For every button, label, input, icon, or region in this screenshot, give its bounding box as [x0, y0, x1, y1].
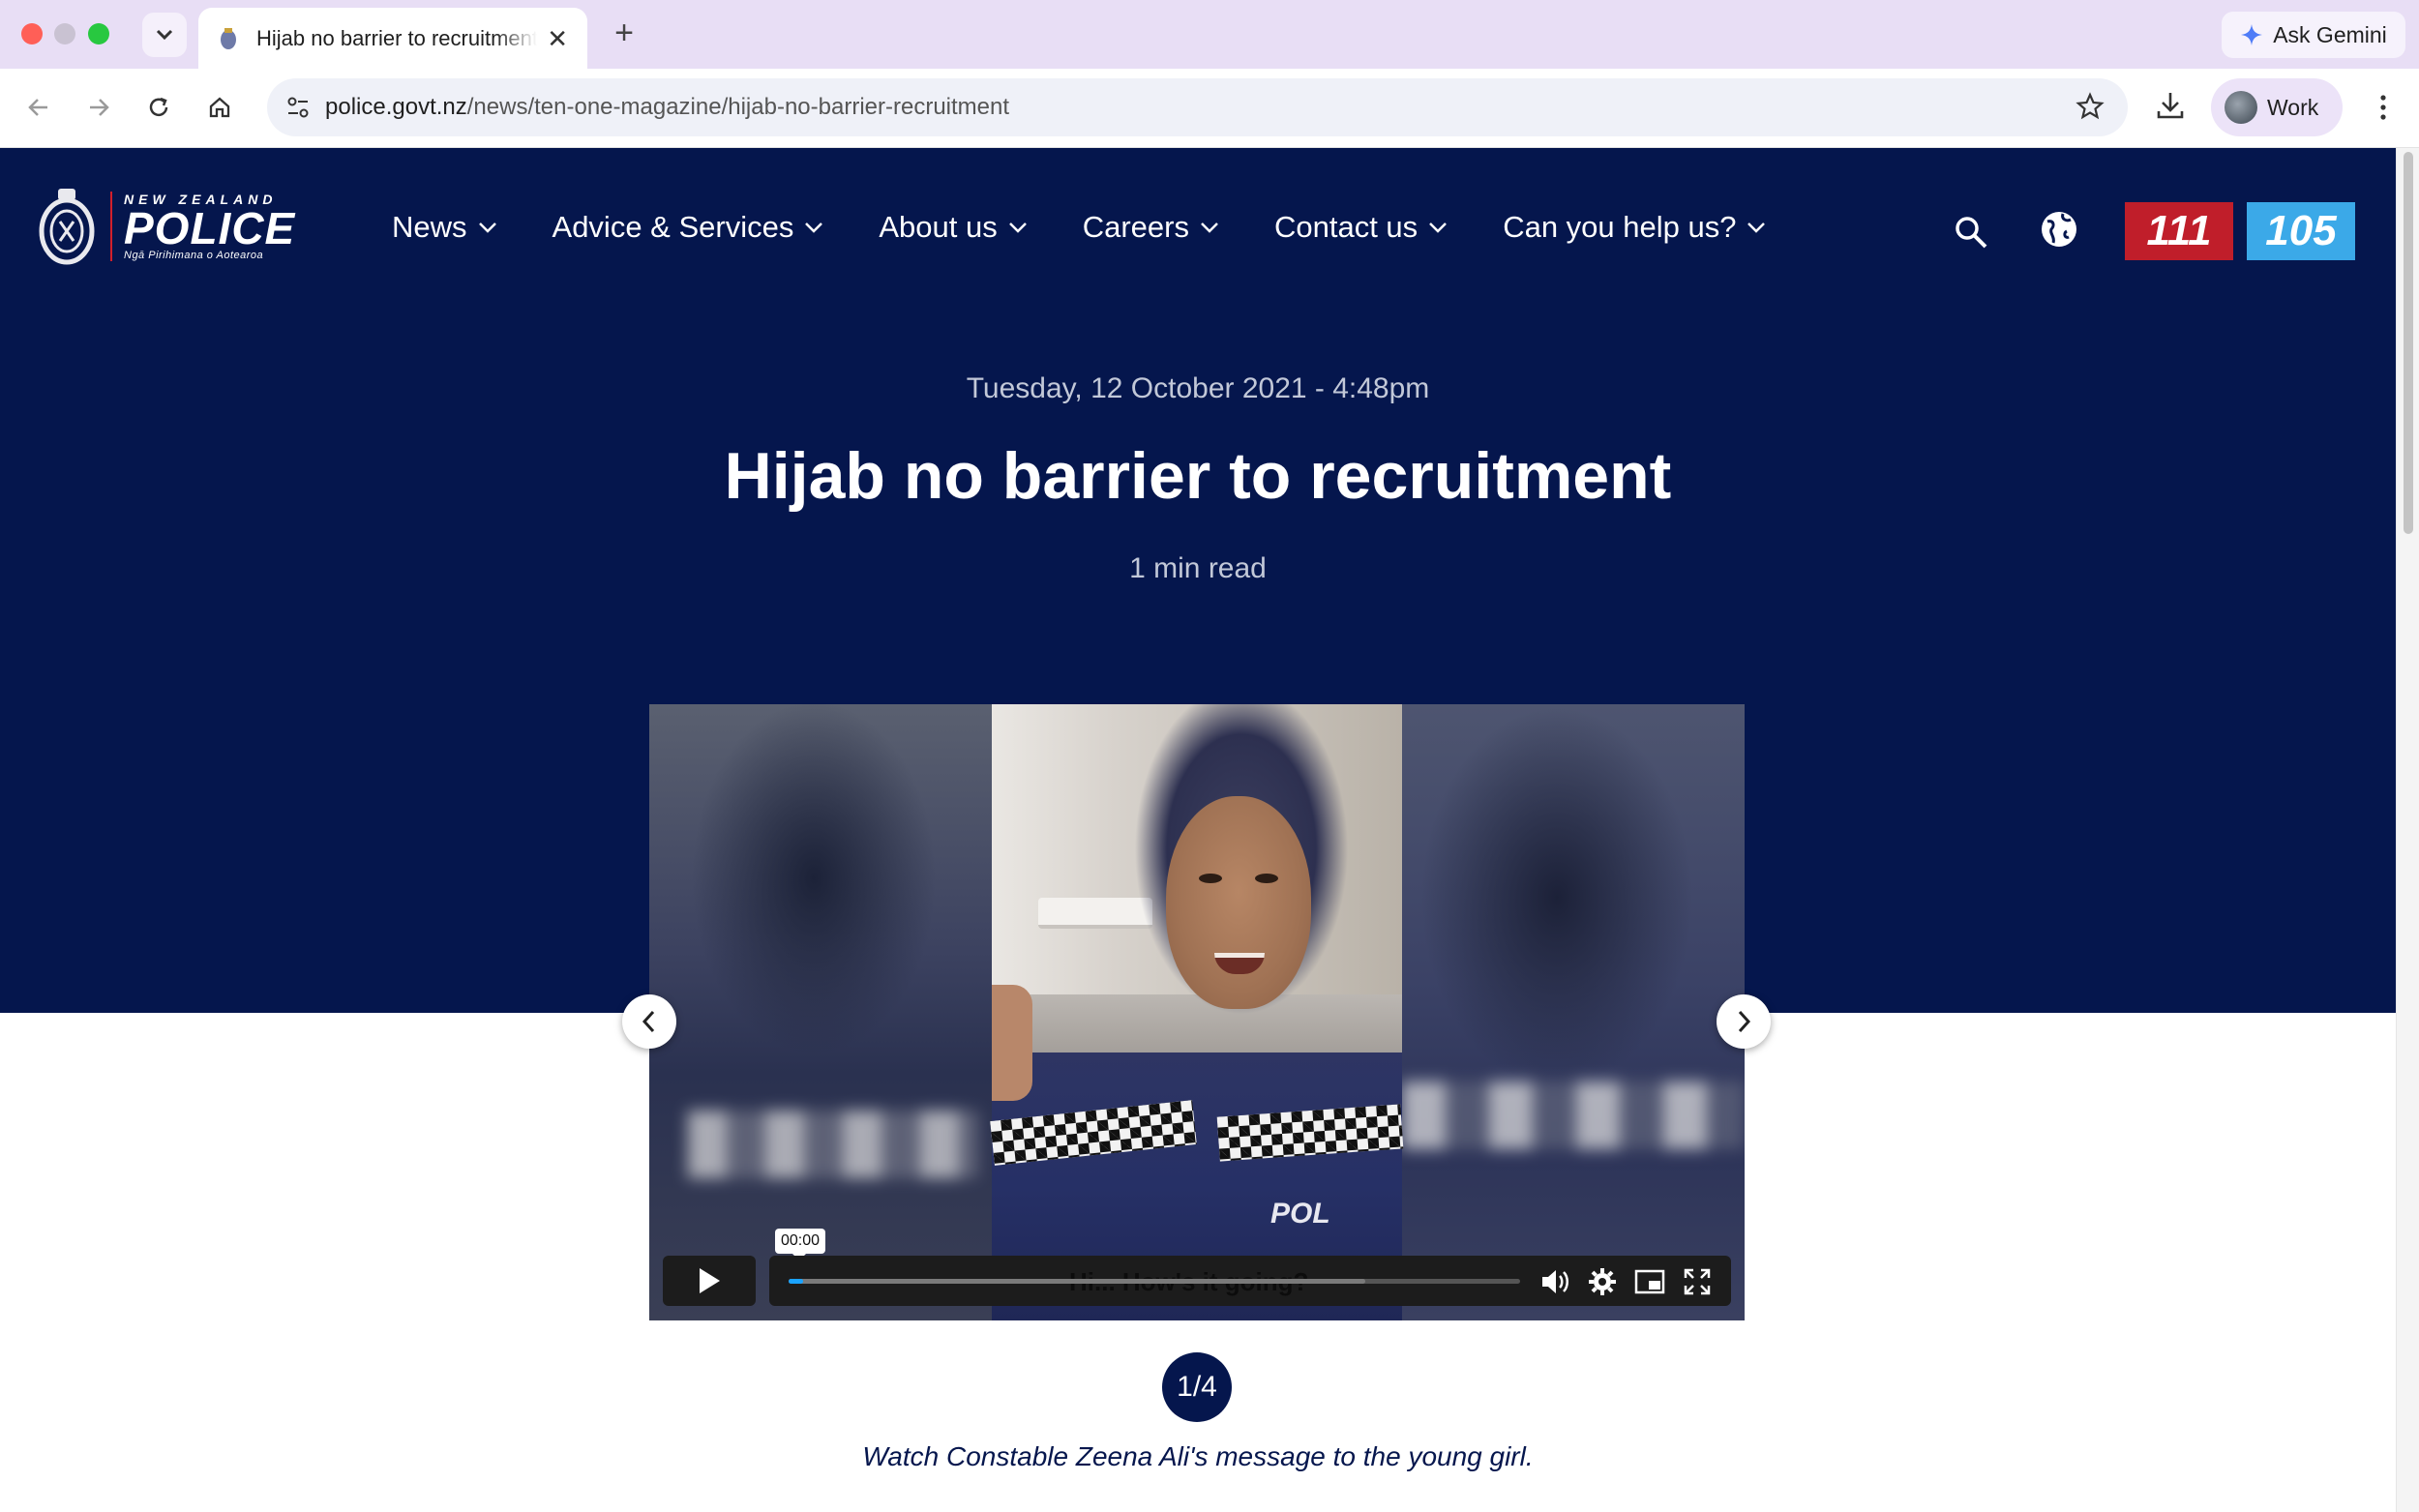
download-icon[interactable]	[2153, 88, 2188, 123]
chevron-down-icon	[156, 29, 173, 41]
logo-name: POLICE	[124, 203, 296, 253]
speaker-face	[1166, 796, 1311, 1009]
police-crest-icon	[221, 27, 236, 49]
media-caption: Watch Constable Zeena Ali's message to t…	[862, 1441, 1534, 1471]
nav-item-careers[interactable]: Careers	[1083, 210, 1220, 245]
new-tab-button[interactable]: +	[605, 14, 643, 52]
read-time: 1 min read	[1129, 552, 1267, 584]
browser-tab-active[interactable]: Hijab no barrier to recruitment ✕	[198, 8, 587, 69]
progress-buffer	[789, 1279, 1365, 1284]
ask-gemini-button[interactable]: Ask Gemini	[2222, 12, 2405, 58]
police-crest-icon	[39, 189, 95, 265]
nav-item-label: About us	[879, 210, 998, 244]
page-scrollbar[interactable]	[2396, 148, 2419, 1512]
page-title: Hijab no barrier to recruitment	[724, 439, 1672, 513]
fullscreen-icon[interactable]	[1683, 1267, 1712, 1296]
nav-item-label: Careers	[1082, 210, 1189, 244]
avatar	[2225, 91, 2257, 124]
nav-item-advice-services[interactable]: Advice & Services	[552, 210, 825, 245]
window-minimize-button[interactable]	[54, 23, 75, 44]
ask-gemini-label: Ask Gemini	[2273, 21, 2387, 47]
video-player[interactable]: POL 00:00 Hi... How's it going?	[649, 704, 1745, 1320]
more-menu-icon[interactable]	[2366, 90, 2401, 125]
browser-tab-bar: Hijab no barrier to recruitment ✕ + Ask …	[0, 0, 2419, 69]
window-close-button[interactable]	[21, 23, 43, 44]
police-badge-text: POL	[1270, 1198, 1330, 1230]
chevron-down-icon	[1429, 222, 1448, 233]
profile-button[interactable]: Work	[2211, 78, 2343, 136]
nav-item-about-us[interactable]: About us	[879, 210, 1028, 245]
settings-gear-icon[interactable]	[1588, 1267, 1617, 1296]
search-icon[interactable]	[1953, 214, 1989, 251]
gemini-sparkle-icon	[2241, 24, 2263, 45]
tab-search-button[interactable]	[142, 13, 187, 57]
nav-item-label: Advice & Services	[552, 210, 794, 244]
video-frame: POL	[990, 704, 1404, 1320]
play-button[interactable]	[663, 1256, 756, 1306]
emergency-111-button[interactable]: 111	[2125, 202, 2233, 260]
tab-title: Hijab no barrier to recruitment	[256, 25, 537, 50]
forward-button[interactable]	[79, 88, 118, 127]
site-settings-icon[interactable]	[284, 94, 312, 121]
play-icon	[700, 1268, 720, 1293]
home-icon	[209, 97, 230, 118]
nav-item-label: News	[392, 210, 467, 244]
main-navigation: News Advice & Services About us Careers …	[392, 210, 1821, 245]
chevron-down-icon	[1008, 222, 1027, 233]
back-button[interactable]	[19, 88, 58, 127]
progress-fill	[789, 1279, 804, 1284]
address-bar[interactable]: police.govt.nz/news/ten-one-magazine/hij…	[267, 78, 2128, 136]
carousel-counter: 1/4	[1162, 1352, 1232, 1422]
chevron-down-icon	[805, 222, 823, 233]
nav-item-news[interactable]: News	[392, 210, 498, 245]
chevron-down-icon	[1747, 222, 1766, 233]
video-blur-right	[1402, 704, 1745, 1320]
url-host: police.govt.nz	[325, 94, 467, 120]
progress-bar[interactable]	[789, 1279, 1520, 1284]
arrow-right-icon	[90, 99, 109, 116]
url-path: /news/ten-one-magazine/hijab-no-barrier-…	[466, 94, 1010, 120]
site-logo[interactable]: NEW ZEALAND POLICE Ngā Pirihimana o Aote…	[37, 187, 295, 266]
nav-item-label: Can you help us?	[1503, 210, 1737, 244]
language-globe-icon[interactable]	[2038, 208, 2080, 251]
time-tooltip: 00:00	[775, 1229, 826, 1260]
tab-close-icon[interactable]: ✕	[547, 26, 568, 51]
article-date: Tuesday, 12 October 2021 - 4:48pm	[966, 372, 1430, 404]
non-emergency-105-button[interactable]: 105	[2247, 202, 2355, 260]
nav-item-contact-us[interactable]: Contact us	[1274, 210, 1448, 245]
chevron-down-icon	[478, 222, 496, 233]
video-control-bar: Hi... How's it going?	[769, 1256, 1731, 1306]
reload-button[interactable]	[139, 88, 178, 127]
chevron-left-icon	[642, 1010, 655, 1033]
browser-toolbar: police.govt.nz/news/ten-one-magazine/hij…	[0, 69, 2419, 148]
logo-wordmark: NEW ZEALAND POLICE Ngā Pirihimana o Aote…	[110, 192, 295, 261]
nav-item-label: Contact us	[1273, 210, 1419, 244]
window-zoom-button[interactable]	[88, 23, 109, 44]
reload-icon	[149, 97, 168, 117]
nav-item-can-you-help-us[interactable]: Can you help us?	[1503, 210, 1767, 245]
carousel-next-button[interactable]	[1717, 994, 1771, 1049]
profile-label: Work	[2267, 94, 2319, 120]
home-button[interactable]	[200, 88, 239, 127]
carousel-prev-button[interactable]	[622, 994, 676, 1049]
chevron-down-icon	[1201, 222, 1218, 233]
scrollbar-thumb[interactable]	[2404, 152, 2413, 534]
volume-icon[interactable]	[1539, 1267, 1570, 1296]
arrow-left-icon	[28, 99, 47, 116]
bookmark-star-icon[interactable]	[2076, 92, 2105, 121]
chevron-right-icon	[1738, 1010, 1751, 1033]
picture-in-picture-icon[interactable]	[1634, 1267, 1665, 1296]
